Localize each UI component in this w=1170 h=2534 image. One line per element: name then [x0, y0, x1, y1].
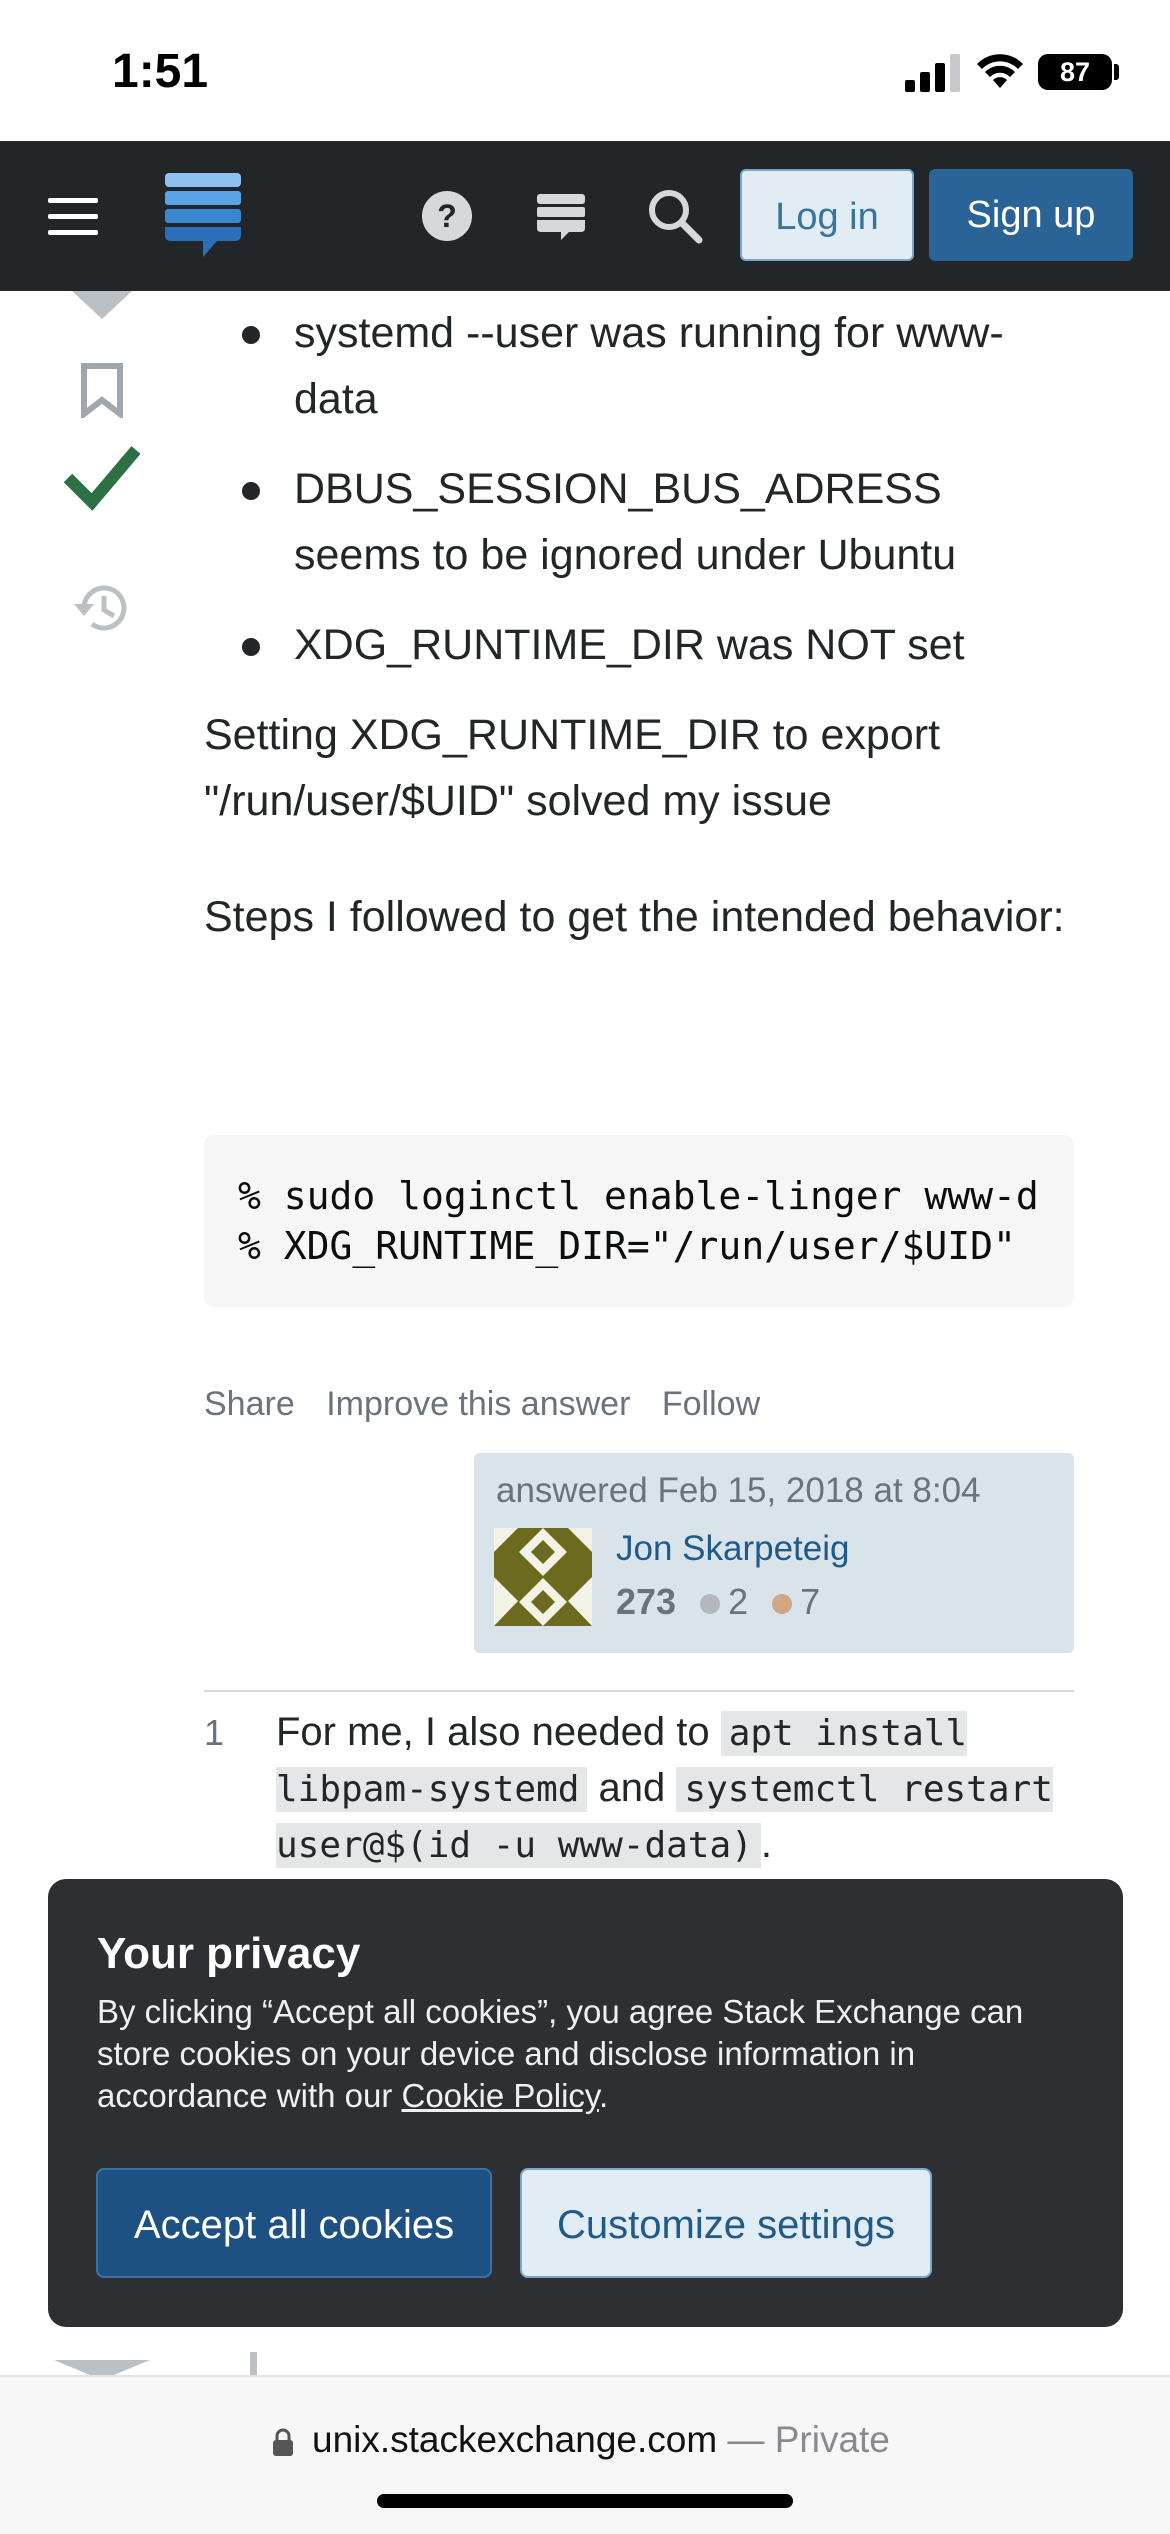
- user-name-link[interactable]: Jon Skarpeteig: [616, 1529, 849, 1569]
- silver-badge-count: 2: [728, 1581, 749, 1622]
- home-indicator[interactable]: [377, 2494, 793, 2508]
- comment-score: 1: [204, 1712, 225, 1753]
- post-menu: Share Improve this answer Follow: [204, 1385, 782, 1424]
- menu-icon[interactable]: [48, 198, 98, 236]
- list-item: systemd --user was running for www-data: [204, 300, 1074, 432]
- lock-icon: [273, 2428, 293, 2456]
- code-line: % XDG_RUNTIME_DIR="/run/user/$UID": [238, 1224, 1016, 1268]
- stackexchange-logo-icon[interactable]: [165, 173, 241, 259]
- follow-link[interactable]: Follow: [662, 1385, 760, 1423]
- help-icon[interactable]: ?: [417, 186, 477, 246]
- signup-button[interactable]: Sign up: [929, 169, 1133, 261]
- comment-text-part: .: [760, 1822, 772, 1866]
- share-link[interactable]: Share: [204, 1385, 295, 1423]
- url-domain: unix.stackexchange.com: [312, 2419, 718, 2460]
- search-icon[interactable]: [645, 186, 705, 246]
- inbox-icon[interactable]: [531, 186, 591, 246]
- cookie-banner: Your privacy By clicking “Accept all coo…: [48, 1879, 1123, 2327]
- cookie-body-end: .: [598, 2077, 609, 2114]
- url-text[interactable]: unix.stackexchange.com — Private: [312, 2419, 890, 2461]
- accept-cookies-button[interactable]: Accept all cookies: [96, 2168, 492, 2278]
- answer-body: systemd --user was running for www-data …: [204, 300, 1074, 950]
- answer-paragraph: Steps I followed to get the intended beh…: [204, 893, 1065, 941]
- cookie-body: By clicking “Accept all cookies”, you ag…: [97, 1991, 1077, 2117]
- login-button[interactable]: Log in: [740, 169, 914, 261]
- reputation-line: 273 2 7: [616, 1581, 820, 1623]
- comment-text: For me, I also needed to apt install lib…: [276, 1705, 1076, 1873]
- bronze-badge-icon: [772, 1594, 793, 1615]
- status-time: 1:51: [112, 45, 209, 98]
- improve-answer-link[interactable]: Improve this answer: [326, 1385, 630, 1423]
- wifi-icon: [977, 54, 1023, 88]
- answer-bullet-list: systemd --user was running for www-data …: [204, 300, 1074, 678]
- silver-badge-icon: [700, 1594, 721, 1615]
- bookmark-icon[interactable]: [78, 362, 126, 418]
- avatar[interactable]: [494, 1528, 592, 1626]
- signal-icon: [905, 52, 961, 92]
- history-icon[interactable]: [70, 578, 134, 638]
- list-item: XDG_RUNTIME_DIR was NOT set: [204, 612, 1074, 678]
- answer-paragraph: Setting XDG_RUNTIME_DIR to export "/run/…: [204, 711, 941, 825]
- cookie-title: Your privacy: [97, 1929, 361, 1978]
- code-block[interactable]: % sudo loginctl enable-linger www-d % XD…: [204, 1135, 1074, 1307]
- answered-timestamp: answered Feb 15, 2018 at 8:04: [496, 1471, 981, 1510]
- accepted-check-icon: [64, 446, 140, 511]
- user-card: answered Feb 15, 2018 at 8:04 Jon Skarpe…: [474, 1453, 1074, 1653]
- comment-text-part: and: [587, 1766, 677, 1810]
- battery-icon: 87: [1038, 54, 1112, 90]
- comment-text-part: For me, I also needed to: [276, 1710, 721, 1754]
- svg-text:?: ?: [437, 198, 457, 234]
- status-bar: 1:51 87: [0, 0, 1170, 141]
- code-line: % sudo loginctl enable-linger www-d: [238, 1174, 1039, 1218]
- bronze-badge-count: 7: [800, 1581, 821, 1622]
- customize-settings-button[interactable]: Customize settings: [520, 2168, 932, 2278]
- cookie-policy-link[interactable]: Cookie Policy: [402, 2077, 599, 2114]
- downvote-icon[interactable]: [72, 291, 132, 319]
- battery-tip: [1114, 64, 1119, 80]
- private-label: — Private: [717, 2419, 890, 2460]
- browser-url-bar[interactable]: unix.stackexchange.com — Private: [0, 2375, 1170, 2534]
- list-item: DBUS_SESSION_BUS_ADRESS seems to be igno…: [204, 456, 1074, 588]
- reputation-score: 273: [616, 1581, 677, 1622]
- comment-divider: [204, 1690, 1074, 1692]
- top-nav: ? Log in Sign up: [0, 141, 1170, 291]
